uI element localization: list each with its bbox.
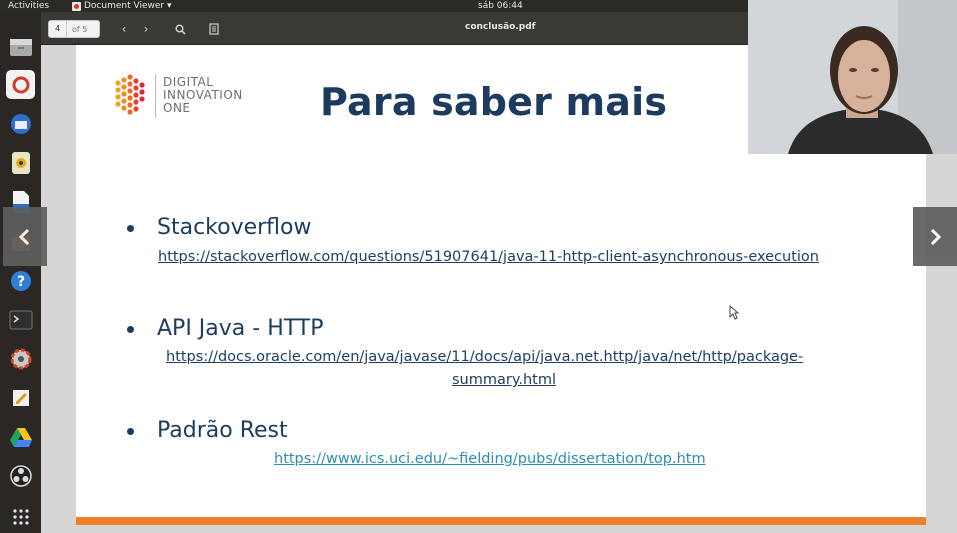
annotations-button[interactable] xyxy=(203,20,225,38)
launcher-dock: ? xyxy=(0,12,41,533)
search-icon xyxy=(174,23,186,35)
rhythmbox-icon[interactable] xyxy=(6,148,35,177)
svg-text:?: ? xyxy=(16,274,24,290)
document-viewer-icon xyxy=(72,1,81,11)
search-button[interactable] xyxy=(169,20,191,38)
mouse-cursor-icon xyxy=(729,305,739,320)
clock[interactable]: sáb 06:44 xyxy=(478,0,523,12)
bullet-heading-padrao-rest: Padrão Rest xyxy=(157,418,288,443)
document-title: conclusão.pdf xyxy=(465,22,536,32)
google-drive-icon[interactable] xyxy=(6,422,35,451)
bullet-point xyxy=(127,326,134,333)
next-page-button[interactable]: › xyxy=(137,20,155,38)
terminal-icon[interactable] xyxy=(6,305,35,334)
obs-icon[interactable] xyxy=(6,461,35,490)
slide-title: Para saber mais xyxy=(320,80,668,124)
link-oracle-docs[interactable]: https://docs.oracle.com/en/java/javase/1… xyxy=(166,349,803,365)
settings-icon[interactable] xyxy=(6,344,35,373)
chevron-left-icon: ‹ xyxy=(121,22,127,36)
chevron-left-icon xyxy=(18,228,30,245)
link-fielding-dissertation[interactable]: https://www.ics.uci.edu/~fielding/pubs/d… xyxy=(274,451,706,467)
chevron-right-icon: › xyxy=(143,22,149,36)
previous-page-button[interactable]: ‹ xyxy=(115,20,133,38)
webcam-overlay xyxy=(748,0,957,154)
logo-line-3: ONE xyxy=(163,101,191,115)
app-menu-label: Document Viewer ▾ xyxy=(84,1,172,11)
bullet-point xyxy=(127,428,134,435)
app-menu[interactable]: Document Viewer ▾ xyxy=(72,0,171,12)
logo-divider xyxy=(155,74,156,118)
files-icon[interactable] xyxy=(6,32,35,61)
document-viewer-header: 4 of 5 ‹ › conclusão.pdf xyxy=(41,12,748,45)
page-selector[interactable]: 4 of 5 xyxy=(48,20,100,38)
link-stackoverflow[interactable]: https://stackoverflow.com/questions/5190… xyxy=(158,249,819,265)
page-total-label: of 5 xyxy=(72,24,88,34)
previous-slide-button[interactable] xyxy=(3,207,47,266)
link-oracle-docs-cont[interactable]: summary.html xyxy=(452,372,556,388)
chevron-right-icon xyxy=(930,228,942,245)
slide-footer-bar xyxy=(76,517,926,525)
thunderbird-icon[interactable] xyxy=(6,109,35,138)
bullet-heading-api-java: API Java - HTTP xyxy=(157,316,324,341)
document-viewer-dock-icon[interactable] xyxy=(6,70,35,99)
current-page-input[interactable]: 4 xyxy=(49,21,67,37)
document-icon xyxy=(209,23,219,35)
activities-button[interactable]: Activities xyxy=(8,0,49,12)
logo-wordmark: DIGITAL INNOVATION ONE xyxy=(163,76,243,115)
bullet-point xyxy=(127,225,134,232)
text-editor-icon[interactable] xyxy=(6,383,35,412)
help-icon[interactable]: ? xyxy=(6,266,35,295)
next-slide-button[interactable] xyxy=(913,207,957,266)
presenter-video xyxy=(748,0,957,154)
bullet-heading-stackoverflow: Stackoverflow xyxy=(157,215,312,240)
show-applications-icon[interactable] xyxy=(6,502,35,531)
